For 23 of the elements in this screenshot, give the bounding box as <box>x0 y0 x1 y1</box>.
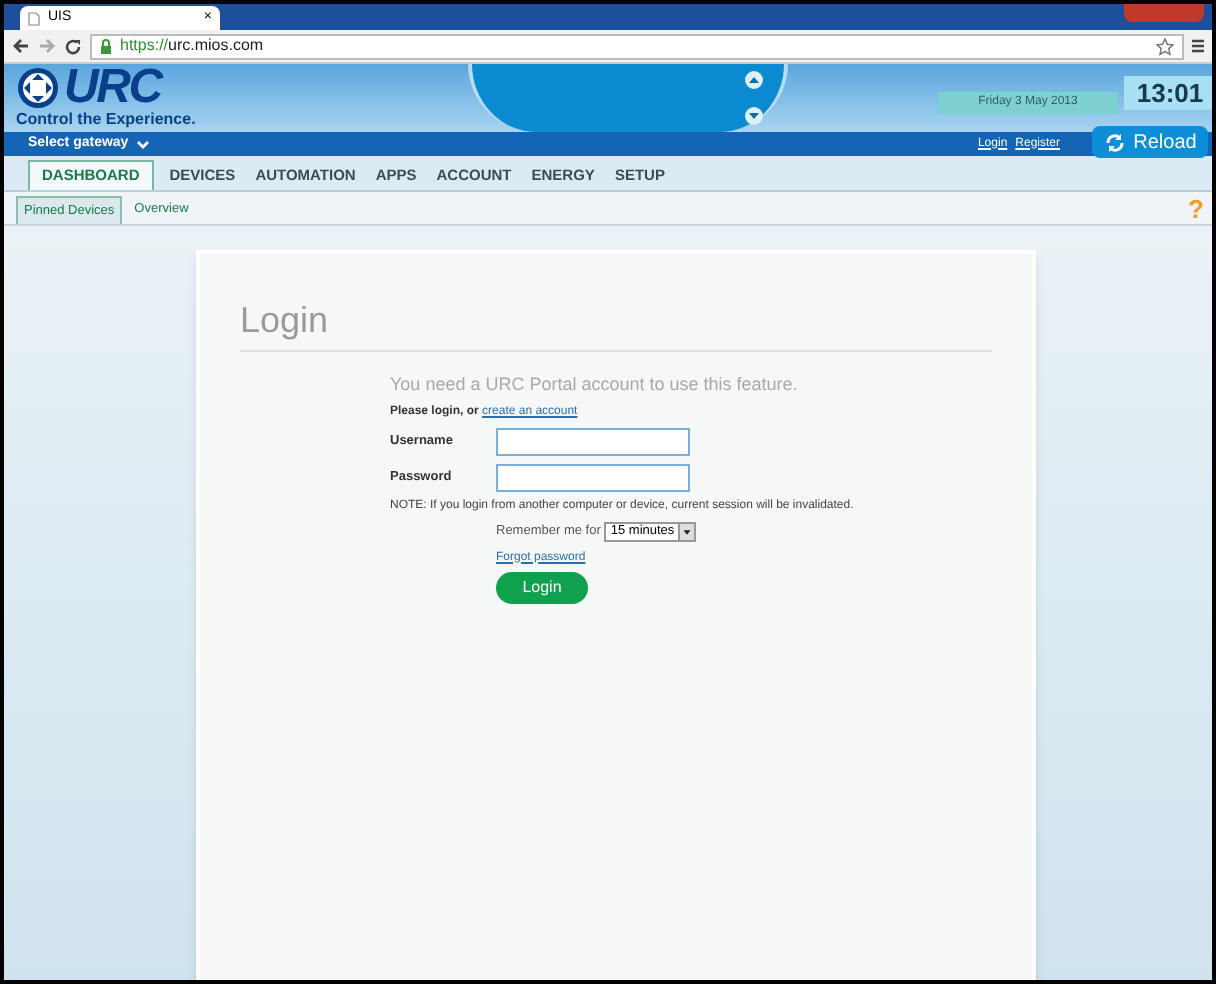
reload-button[interactable]: Reload <box>1092 126 1208 158</box>
url-text: https://urc.mios.com <box>120 34 264 58</box>
login-heading: Login <box>240 298 331 342</box>
chevron-down-icon <box>136 139 151 149</box>
down-icon[interactable] <box>744 106 764 126</box>
logo-icon <box>16 66 60 110</box>
clock-time: 13:01 <box>1136 75 1204 112</box>
back-icon[interactable] <box>12 38 30 54</box>
tagline: Control the Experience. <box>16 110 196 128</box>
up-icon[interactable] <box>744 70 764 90</box>
login-button[interactable]: Login <box>496 571 588 603</box>
input-field[interactable] <box>496 463 690 491</box>
caret-icon <box>678 523 695 539</box>
notice-text: You need a URC Portal account to use this feature. <box>390 372 800 398</box>
menu-icon[interactable] <box>1192 38 1204 54</box>
logo-text: URC <box>64 66 161 110</box>
reload-icon <box>1103 131 1126 153</box>
page-icon <box>28 11 40 25</box>
lock-icon <box>100 38 112 54</box>
address-bar[interactable]: https://urc.mios.com <box>90 33 1184 59</box>
input-field[interactable] <box>496 427 690 455</box>
reload-icon[interactable] <box>64 37 82 55</box>
star-icon[interactable] <box>1156 37 1174 55</box>
